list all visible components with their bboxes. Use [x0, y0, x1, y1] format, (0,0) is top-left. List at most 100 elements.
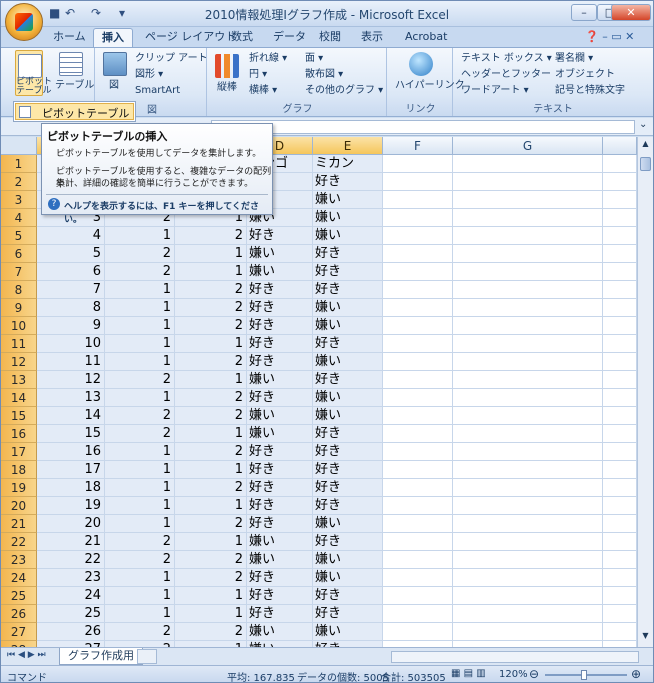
tab-review[interactable]: 校閲 [311, 28, 349, 47]
cell-empty[interactable] [453, 173, 603, 191]
tab-data[interactable]: データ [265, 28, 314, 47]
cell-d[interactable]: 好き [247, 515, 313, 533]
cell-a[interactable]: 7 [37, 281, 105, 299]
row-header[interactable]: 5 [1, 227, 37, 245]
cell-empty[interactable] [453, 479, 603, 497]
cell-empty[interactable] [603, 587, 637, 605]
cell-c[interactable]: 2 [175, 515, 247, 533]
tab-home[interactable]: ホーム [45, 28, 94, 47]
row-header[interactable]: 3 [1, 191, 37, 209]
cell-empty[interactable] [603, 605, 637, 623]
cell-c[interactable]: 2 [175, 317, 247, 335]
cell-a[interactable]: 16 [37, 443, 105, 461]
cell-a[interactable]: 6 [37, 263, 105, 281]
cell-d[interactable]: 嫌い [247, 533, 313, 551]
cell-d[interactable]: 嫌い [247, 623, 313, 641]
scroll-up-icon[interactable]: ▲ [640, 139, 651, 151]
cell-empty[interactable] [453, 155, 603, 173]
minimize-button[interactable]: – [571, 4, 597, 21]
cell-empty[interactable] [383, 191, 453, 209]
cell-d[interactable]: 嫌い [247, 371, 313, 389]
cell-e[interactable]: 好き [313, 533, 383, 551]
row-header[interactable]: 10 [1, 317, 37, 335]
cell-a[interactable]: 4 [37, 227, 105, 245]
row-header[interactable]: 4 [1, 209, 37, 227]
cell-a[interactable]: 15 [37, 425, 105, 443]
cell-d[interactable]: 好き [247, 353, 313, 371]
column-chart-button[interactable]: 縦棒 [217, 80, 237, 95]
zoom-out-icon[interactable]: ⊖ [529, 667, 539, 681]
cell-e[interactable]: 嫌い [313, 569, 383, 587]
cell-empty[interactable] [603, 623, 637, 641]
cell-c[interactable]: 2 [175, 623, 247, 641]
bar-chart-button[interactable]: 横棒 ▾ [249, 83, 277, 98]
pie-chart-button[interactable]: 円 ▾ [249, 67, 267, 82]
area-chart-button[interactable]: 面 ▾ [305, 51, 323, 66]
cell-b[interactable]: 1 [105, 587, 175, 605]
cell-empty[interactable] [453, 605, 603, 623]
cell-a[interactable]: 14 [37, 407, 105, 425]
cell-a[interactable]: 12 [37, 371, 105, 389]
cell-d[interactable]: 好き [247, 569, 313, 587]
cell-e[interactable]: 嫌い [313, 623, 383, 641]
cell-c[interactable]: 1 [175, 335, 247, 353]
qat-more-icon[interactable]: ▾ [119, 6, 125, 22]
clipart-button[interactable]: クリップ アート [135, 51, 208, 66]
cell-empty[interactable] [383, 461, 453, 479]
cell-d[interactable]: 好き [247, 605, 313, 623]
cell-b[interactable]: 2 [105, 533, 175, 551]
cell-empty[interactable] [603, 227, 637, 245]
wordart-button[interactable]: ワードアート ▾ [461, 83, 529, 98]
cell-b[interactable]: 1 [105, 299, 175, 317]
cell-empty[interactable] [603, 569, 637, 587]
cell-e[interactable]: 好き [313, 371, 383, 389]
row-header[interactable]: 12 [1, 353, 37, 371]
cell-a[interactable]: 23 [37, 569, 105, 587]
cell-empty[interactable] [453, 569, 603, 587]
column-header-f[interactable]: F [383, 137, 453, 155]
cell-d[interactable]: 好き [247, 335, 313, 353]
cell-b[interactable]: 1 [105, 479, 175, 497]
scroll-thumb[interactable] [640, 157, 651, 171]
cell-empty[interactable] [453, 227, 603, 245]
cell-d[interactable]: 好き [247, 299, 313, 317]
cell-empty[interactable] [603, 245, 637, 263]
cell-e[interactable]: 好き [313, 605, 383, 623]
textbox-button[interactable]: テキスト ボックス ▾ [461, 51, 552, 66]
cell-empty[interactable] [453, 533, 603, 551]
cell-c[interactable]: 2 [175, 299, 247, 317]
cell-c[interactable]: 1 [175, 371, 247, 389]
scatter-chart-button[interactable]: 散布図 ▾ [305, 67, 343, 82]
cell-e[interactable]: ミカン [313, 155, 383, 173]
cell-b[interactable]: 1 [105, 569, 175, 587]
row-header[interactable]: 26 [1, 605, 37, 623]
close-button[interactable]: ✕ [611, 4, 651, 21]
zoom-level[interactable]: 120% [499, 669, 528, 680]
cell-d[interactable]: 嫌い [247, 245, 313, 263]
cell-empty[interactable] [603, 281, 637, 299]
row-header[interactable]: 24 [1, 569, 37, 587]
signature-button[interactable]: 署名欄 ▾ [555, 51, 593, 66]
cell-c[interactable]: 1 [175, 461, 247, 479]
cell-e[interactable]: 嫌い [313, 389, 383, 407]
row-header[interactable]: 20 [1, 497, 37, 515]
tab-view[interactable]: 表示 [353, 28, 391, 47]
horizontal-scrollbar[interactable] [391, 651, 639, 663]
column-header-h[interactable] [603, 137, 637, 155]
cell-empty[interactable] [383, 623, 453, 641]
cell-empty[interactable] [383, 425, 453, 443]
row-header[interactable]: 14 [1, 389, 37, 407]
cell-e[interactable]: 好き [313, 443, 383, 461]
row-header[interactable]: 6 [1, 245, 37, 263]
row-header[interactable]: 16 [1, 425, 37, 443]
cell-a[interactable]: 13 [37, 389, 105, 407]
cell-e[interactable]: 好き [313, 587, 383, 605]
cell-a[interactable]: 19 [37, 497, 105, 515]
cell-d[interactable]: 好き [247, 227, 313, 245]
cell-b[interactable]: 1 [105, 443, 175, 461]
cell-c[interactable]: 2 [175, 407, 247, 425]
cell-empty[interactable] [383, 371, 453, 389]
cell-d[interactable]: 嫌い [247, 407, 313, 425]
help-icon[interactable]: ❓ – ▭ ✕ [585, 30, 634, 43]
row-header[interactable]: 1 [1, 155, 37, 173]
